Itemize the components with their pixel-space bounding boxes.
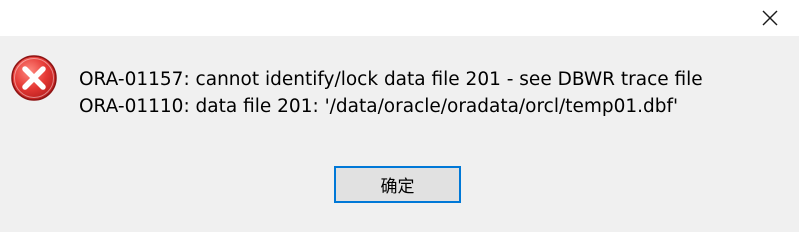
error-dialog: ORA-01157: cannot identify/lock data fil…	[0, 0, 799, 232]
error-message: ORA-01157: cannot identify/lock data fil…	[79, 66, 794, 120]
error-icon	[11, 55, 57, 101]
ok-button[interactable]: 确定	[334, 166, 461, 203]
dialog-content: ORA-01157: cannot identify/lock data fil…	[0, 36, 799, 232]
error-message-line-1: ORA-01157: cannot identify/lock data fil…	[79, 69, 703, 90]
error-message-line-2: ORA-01110: data file 201: '/data/oracle/…	[79, 96, 679, 117]
close-button[interactable]	[741, 0, 799, 36]
close-icon	[762, 10, 778, 26]
title-bar	[0, 0, 799, 36]
